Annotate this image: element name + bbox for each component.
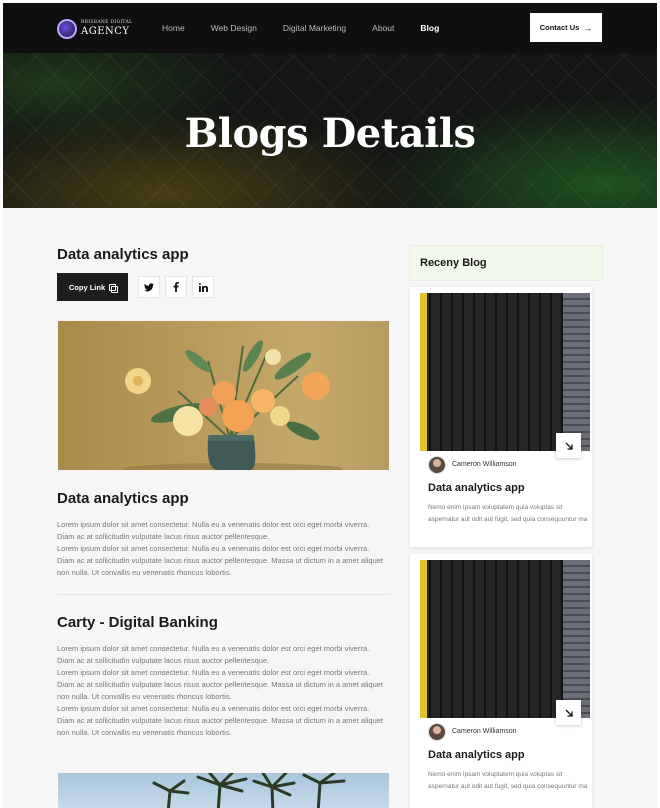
linkedin-icon[interactable] xyxy=(192,276,214,298)
card-image xyxy=(420,293,590,451)
top-nav: BRISBANE DIGITAL AGENCY Home Web Design … xyxy=(3,3,657,53)
section-paragraph: Lorem ipsum dolor sit amet consectetur. … xyxy=(57,644,370,665)
page: BRISBANE DIGITAL AGENCY Home Web Design … xyxy=(3,3,657,808)
logo-mark-icon xyxy=(57,19,77,39)
copy-icon xyxy=(109,283,119,293)
hero-banner: Blogs Details xyxy=(3,53,657,208)
nav-home[interactable]: Home xyxy=(162,23,185,33)
twitter-icon[interactable] xyxy=(138,276,160,298)
recent-blog-title: Receny Blog xyxy=(420,257,487,269)
section-title: Data analytics app xyxy=(57,490,189,507)
avatar xyxy=(428,456,446,474)
copy-link-label: Copy Link xyxy=(68,282,106,292)
palm-trees-image xyxy=(58,773,389,808)
flowers-image xyxy=(58,321,389,470)
copy-link-button[interactable]: Copy Link xyxy=(57,273,128,301)
facebook-icon[interactable] xyxy=(165,276,187,298)
recent-blog-card[interactable]: Cameron Williamson Data analytics app Ne… xyxy=(410,287,592,547)
post-title: Data analytics app xyxy=(57,246,189,263)
section-paragraph: Lorem ipsum dolor sit amet consectetur. … xyxy=(57,520,370,541)
section-paragraph: Lorem ipsum dolor sit amet consectetur. … xyxy=(57,668,383,701)
card-description: Nemo enim ipsam voluptatem quia voluptas… xyxy=(428,504,588,523)
logo[interactable]: BRISBANE DIGITAL AGENCY xyxy=(57,18,132,40)
card-image xyxy=(420,560,590,718)
nav-about[interactable]: About xyxy=(372,23,394,33)
divider xyxy=(57,594,390,595)
avatar xyxy=(428,723,446,741)
nav-web-design[interactable]: Web Design xyxy=(211,23,257,33)
section-title: Carty - Digital Banking xyxy=(57,614,218,631)
nav-blog[interactable]: Blog xyxy=(420,23,439,33)
contact-us-label: Contact Us xyxy=(539,23,580,32)
nav-digital-marketing[interactable]: Digital Marketing xyxy=(283,23,346,33)
card-description: Nemo enim ipsam voluptatem quia voluptas… xyxy=(428,771,588,790)
card-title[interactable]: Data analytics app xyxy=(428,749,525,761)
card-author: Cameron Williamson xyxy=(452,461,517,468)
page-title: Blogs Details xyxy=(184,110,476,157)
nav-links: Home Web Design Digital Marketing About … xyxy=(162,23,439,33)
contact-us-button[interactable]: Contact Us → xyxy=(530,13,602,42)
arrow-right-icon: → xyxy=(583,22,593,33)
section-paragraph: Lorem ipsum dolor sit amet consectetur. … xyxy=(57,704,383,737)
arrow-down-right-icon[interactable] xyxy=(556,433,581,458)
card-author: Cameron Williamson xyxy=(452,728,517,735)
card-title[interactable]: Data analytics app xyxy=(428,482,525,494)
section-paragraph: Lorem ipsum dolor sit amet consectetur. … xyxy=(57,544,383,577)
recent-blog-header: Receny Blog xyxy=(409,245,603,281)
arrow-down-right-icon[interactable] xyxy=(556,700,581,725)
recent-blog-card[interactable]: Cameron Williamson Data analytics app Ne… xyxy=(410,554,592,808)
logo-big-text: AGENCY xyxy=(81,25,130,37)
